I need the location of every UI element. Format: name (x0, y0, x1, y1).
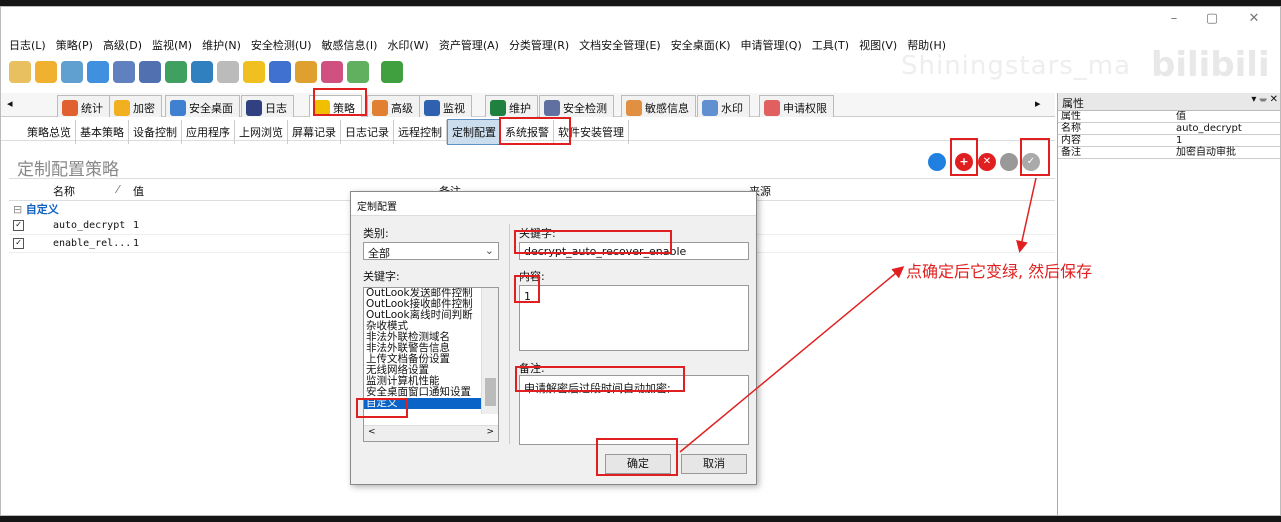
annotation-note: 点确定后它变绿, 然后保存 (906, 262, 1093, 281)
arrow-from-ok (679, 266, 905, 453)
arrow-to-confirm (1016, 177, 1037, 253)
